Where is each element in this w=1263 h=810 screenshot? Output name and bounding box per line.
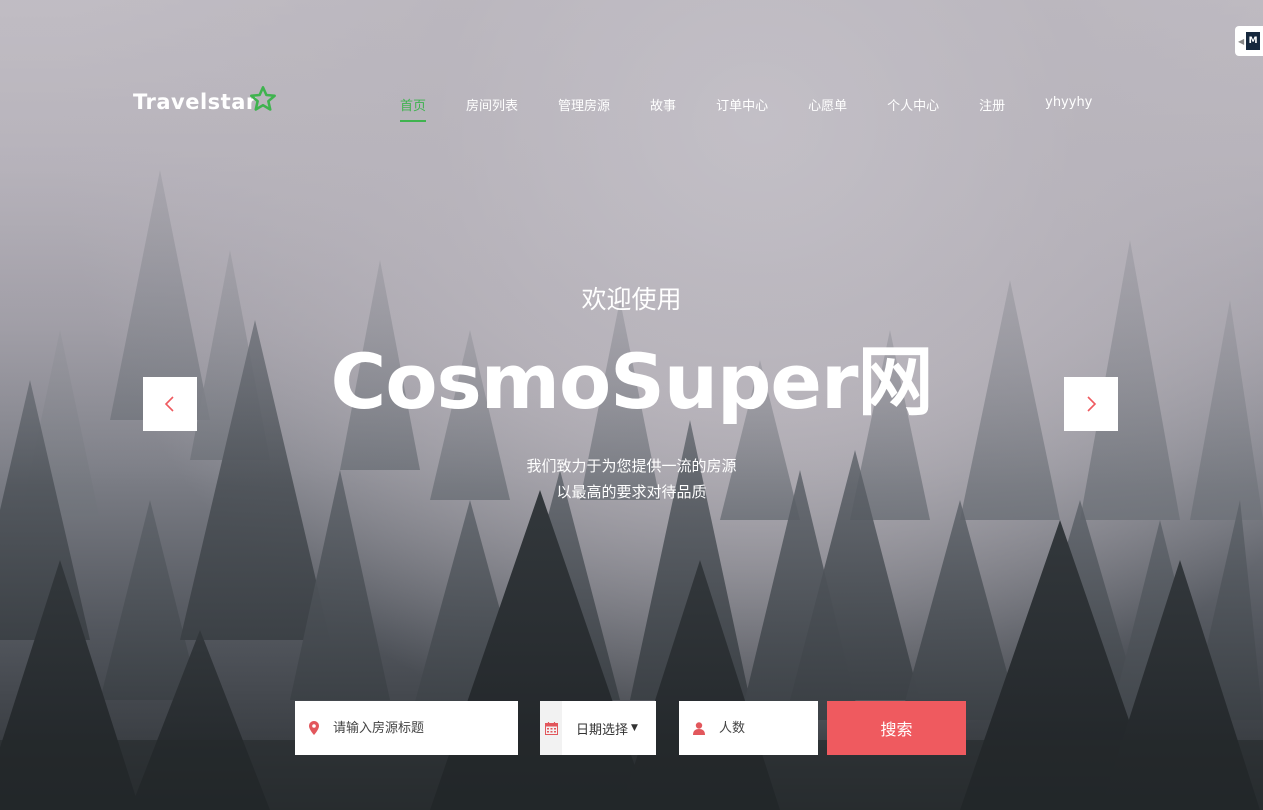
calendar-icon-wrap: [540, 701, 562, 755]
site-logo[interactable]: Travelstar: [133, 86, 277, 114]
star-icon: [249, 86, 276, 111]
title-field[interactable]: [295, 701, 518, 755]
slider-prev-button[interactable]: [143, 377, 197, 431]
nav-item-wishlist[interactable]: 心愿单: [808, 95, 847, 120]
slider-next-button[interactable]: [1064, 377, 1118, 431]
search-button[interactable]: 搜索: [827, 701, 966, 755]
caret-down-icon: ▼: [631, 723, 638, 733]
chevron-right-icon: [1087, 396, 1097, 412]
floating-widget[interactable]: ◀ M: [1235, 26, 1263, 56]
nav-item-room-list[interactable]: 房间列表: [466, 95, 518, 120]
nav-item-username[interactable]: yhyyhy: [1045, 95, 1092, 116]
nav-item-manage-listings[interactable]: 管理房源: [558, 95, 610, 120]
hero-subtitle: 欢迎使用: [581, 285, 682, 314]
main-nav: 首页 房间列表 管理房源 故事 订单中心 心愿单 个人中心 注册 yhyyhy: [400, 95, 1092, 122]
collapse-arrow-icon: ◀: [1238, 36, 1245, 46]
date-select[interactable]: 日期选择 ▼: [540, 701, 656, 755]
people-input[interactable]: [717, 719, 811, 737]
logo-text: Travelstar: [133, 90, 257, 114]
calendar-icon: [544, 721, 558, 735]
nav-item-home[interactable]: 首页: [400, 95, 427, 122]
hero-description: 我们致力于为您提供一流的房源 以最高的要求对待品质: [0, 453, 1263, 505]
people-field[interactable]: [679, 701, 818, 755]
date-select-label: 日期选择: [576, 722, 629, 738]
chevron-left-icon: [164, 396, 174, 412]
hero-desc-line1: 我们致力于为您提供一流的房源: [526, 457, 737, 475]
nav-item-orders[interactable]: 订单中心: [716, 95, 768, 120]
nav-item-stories[interactable]: 故事: [650, 95, 676, 120]
title-input[interactable]: [331, 719, 485, 737]
widget-logo: M: [1246, 32, 1261, 50]
hero-desc-line2: 以最高的要求对待品质: [556, 483, 707, 501]
nav-item-register[interactable]: 注册: [979, 95, 1005, 120]
nav-item-profile[interactable]: 个人中心: [887, 95, 939, 120]
map-marker-icon: [309, 721, 319, 735]
user-icon: [693, 721, 705, 735]
